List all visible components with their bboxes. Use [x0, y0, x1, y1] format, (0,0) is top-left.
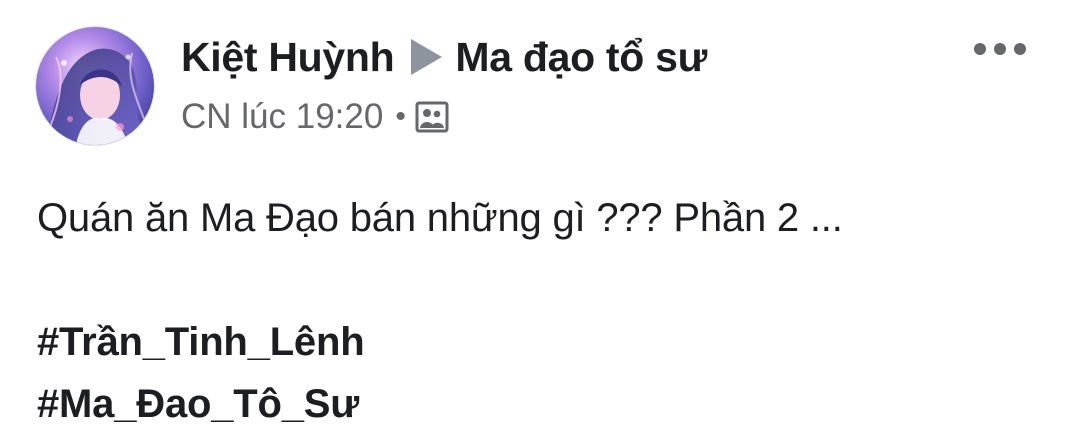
more-dot — [1014, 43, 1026, 55]
arrow-right-icon — [411, 39, 443, 75]
more-dot — [974, 43, 986, 55]
hashtag-link[interactable]: #Ma_Đao_Tô_Sư — [37, 382, 359, 427]
post-card: Kiệt Huỳnh Ma đạo tổ sư CN lúc 19:20 • Q… — [0, 0, 1080, 442]
post-header: Kiệt Huỳnh Ma đạo tổ sư — [181, 32, 707, 82]
author-name[interactable]: Kiệt Huỳnh — [181, 34, 395, 81]
avatar[interactable] — [36, 27, 154, 145]
more-options-icon[interactable] — [974, 38, 1026, 60]
post-timestamp[interactable]: CN lúc 19:20 — [181, 97, 383, 137]
photo-audience-icon[interactable] — [415, 101, 449, 133]
separator-dot: • — [395, 100, 406, 133]
more-dot — [994, 43, 1006, 55]
hashtag-link[interactable]: #Trần_Tinh_Lênh — [37, 320, 365, 365]
post-body-text: Quán ăn Ma Đạo bán những gì ??? Phần 2 .… — [37, 196, 843, 240]
avatar-image — [36, 27, 154, 145]
group-name[interactable]: Ma đạo tổ sư — [455, 34, 707, 81]
post-meta: CN lúc 19:20 • — [181, 94, 449, 140]
